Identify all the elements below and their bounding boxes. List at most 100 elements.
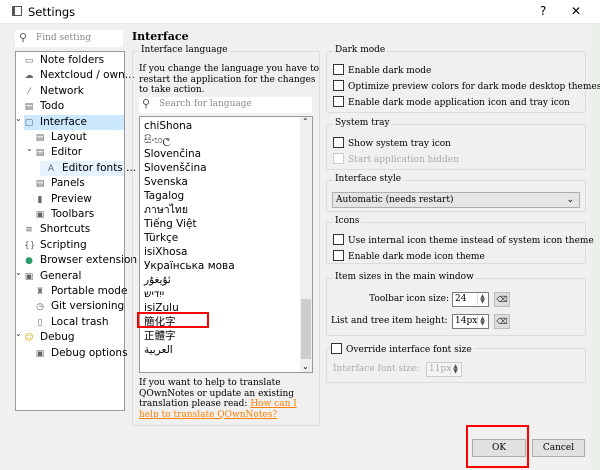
- scroll-up-icon[interactable]: ⌃: [302, 117, 309, 126]
- language-item[interactable]: العربية: [144, 343, 173, 357]
- sidebar-item-local-trash[interactable]: ▯ Local trash: [35, 315, 109, 330]
- list-scrollbar[interactable]: ⌃ ⌄: [300, 117, 312, 372]
- language-list[interactable]: ⌃ ⌄ chiShona සිංහල Slovenčina Slovenščina Sv…: [139, 116, 313, 373]
- panels-icon: ▤: [35, 179, 45, 190]
- toolbar-icon-size-spinbox[interactable]: 24 ▲ ▼: [452, 292, 489, 307]
- language-item[interactable]: Tiếng Việt: [144, 217, 197, 231]
- sidebar-item-preview[interactable]: ▮ Preview: [35, 192, 92, 207]
- interface-language-group: Interface language If you change the lan…: [132, 45, 320, 426]
- sidebar-item-label: Todo: [40, 100, 65, 113]
- sidebar-item-nextcloud-own[interactable]: ☁ Nextcloud / own...: [24, 68, 135, 83]
- sidebar-item-label: Debug: [40, 331, 75, 344]
- portable-icon: ♜: [35, 287, 45, 297]
- language-item[interactable]: ภาษาไทย: [144, 203, 188, 217]
- sidebar-item-toolbars[interactable]: ▣ Toolbars: [35, 207, 95, 222]
- sidebar-item-label: Panels: [51, 177, 85, 190]
- language-item[interactable]: ئۇيغۇر: [144, 273, 171, 287]
- language-item[interactable]: Türkçe: [144, 231, 178, 245]
- internal-icon-theme-checkbox[interactable]: Use internal icon theme instead of syste…: [333, 234, 594, 247]
- language-item[interactable]: Українська мова: [144, 259, 235, 273]
- sidebar-item-browser-extension[interactable]: ● Browser extension: [24, 253, 137, 268]
- sidebar-item-layout[interactable]: ▤ Layout: [35, 130, 87, 145]
- clear-toolbar-size-icon[interactable]: ⌫: [494, 292, 510, 307]
- optimize-preview-colors-checkbox[interactable]: Optimize preview colors for dark mode de…: [333, 80, 600, 93]
- language-item[interactable]: Svenska: [144, 175, 188, 189]
- search-icon: ⚲: [142, 97, 151, 110]
- tree-item-height-label: List and tree item height:: [331, 316, 448, 326]
- language-item[interactable]: ייִדיש: [144, 287, 164, 301]
- item-sizes-group: Item sizes in the main window Toolbar ic…: [326, 272, 586, 336]
- clear-tree-height-icon[interactable]: ⌫: [494, 314, 510, 329]
- sidebar-item-shortcuts[interactable]: ≡ Shortcuts: [24, 222, 90, 237]
- icons-group: Icons Use internal icon theme instead of…: [326, 216, 594, 264]
- override-font-size-checkbox[interactable]: Override interface font size: [331, 343, 475, 356]
- close-button[interactable]: ✕: [571, 4, 581, 18]
- folder-icon: ▭: [24, 56, 34, 66]
- sidebar-item-label: Layout: [51, 131, 87, 143]
- sidebar-item-todo[interactable]: ▤ Todo: [24, 99, 64, 114]
- language-item[interactable]: සිංහල: [144, 133, 171, 147]
- scrollbar-thumb[interactable]: [301, 299, 311, 359]
- sidebar-item-label: Git versioning: [51, 300, 125, 313]
- sidebar-item-label: Toolbars: [51, 208, 95, 220]
- sidebar-item-label: Debug options: [51, 346, 128, 359]
- language-item[interactable]: 正體字: [144, 329, 176, 343]
- language-item[interactable]: Slovenščina: [144, 161, 207, 175]
- find-setting-placeholder: Find setting: [36, 33, 92, 43]
- interface-style-select[interactable]: Automatic (needs restart) ⌄: [332, 192, 580, 208]
- settings-window-icon: [12, 6, 22, 16]
- sidebar-item-label: Interface: [40, 115, 88, 128]
- sidebar-item-portable-mode[interactable]: ♜ Portable mode: [35, 284, 127, 299]
- debug-options-icon: ▣: [35, 348, 45, 359]
- language-item[interactable]: chiShona: [144, 119, 192, 133]
- language-item[interactable]: Slovenčina: [144, 147, 201, 161]
- sidebar-item-label: Scripting: [40, 238, 87, 251]
- dark-mode-label: Dark mode: [333, 45, 388, 55]
- sidebar-item-panels[interactable]: ▤ Panels: [35, 176, 85, 191]
- sidebar-item-scripting[interactable]: {} Scripting: [24, 238, 87, 253]
- todo-icon: ▤: [24, 102, 34, 113]
- tree-item-height-spinbox[interactable]: 14px ▲ ▼: [452, 314, 489, 329]
- enable-dark-mode-checkbox[interactable]: Enable dark mode: [333, 64, 431, 77]
- expand-arrow-icon[interactable]: ⌄: [15, 268, 22, 277]
- expand-arrow-icon[interactable]: ⌄: [26, 144, 33, 153]
- expand-arrow-icon[interactable]: ⌄: [15, 114, 22, 123]
- sidebar-item-label: Editor fonts ...: [62, 161, 137, 174]
- language-item[interactable]: Tagalog: [144, 189, 184, 203]
- sidebar-item-debug[interactable]: ☺ Debug: [24, 330, 75, 345]
- cancel-button[interactable]: Cancel: [532, 439, 585, 457]
- sidebar-item-note-folders[interactable]: ▭ Note folders: [24, 53, 104, 68]
- dark-mode-group: Dark mode Enable dark mode Optimize prev…: [326, 45, 600, 113]
- find-setting-input[interactable]: ⚲ Find setting: [15, 30, 123, 47]
- settings-tree[interactable]: ▭ Note folders ☁ Nextcloud / own... ⁄ Network…: [15, 51, 137, 411]
- font-icon: A: [47, 163, 55, 174]
- sidebar-item-general[interactable]: ▣ General: [24, 269, 82, 284]
- sidebar-item-editor-fonts[interactable]: A Editor fonts ...: [46, 161, 136, 176]
- page-title: Interface: [132, 30, 189, 43]
- sidebar-item-editor[interactable]: ▤ Editor: [35, 145, 82, 160]
- sidebar-item-label: Browser extension: [40, 254, 138, 267]
- sidebar-item-interface[interactable]: ▢ Interface: [24, 115, 87, 130]
- sidebar-item-label: Network: [40, 84, 84, 97]
- ok-highlight-box: [466, 425, 529, 468]
- help-button[interactable]: ?: [540, 4, 546, 18]
- sidebar-item-label: Note folders: [40, 54, 105, 66]
- sidebar-item-debug-options[interactable]: ▣ Debug options: [35, 346, 128, 361]
- toolbars-icon: ▣: [35, 210, 45, 220]
- sidebar-item-git-versioning[interactable]: ◷ Git versioning: [35, 299, 124, 314]
- dark-mode-app-icon-checkbox[interactable]: Enable dark mode application icon and tr…: [333, 96, 570, 109]
- font-size-spinbox[interactable]: 11px ▲ ▼: [426, 362, 462, 377]
- interface-language-label: Interface language: [139, 45, 230, 55]
- expand-arrow-icon[interactable]: ⌄: [15, 329, 22, 338]
- dark-icon-theme-checkbox[interactable]: Enable dark mode icon theme: [333, 250, 485, 263]
- scroll-down-icon[interactable]: ⌄: [302, 362, 309, 371]
- show-tray-icon-checkbox[interactable]: Show system tray icon: [333, 137, 451, 150]
- language-item[interactable]: isiXhosa: [144, 245, 187, 259]
- clock-icon: ◷: [36, 302, 44, 313]
- sidebar-item-network[interactable]: ⁄ Network: [24, 84, 84, 99]
- language-search-input[interactable]: ⚲ Search for language: [139, 97, 312, 113]
- editor-icon: ▤: [35, 148, 45, 159]
- interface-style-group: Interface style Automatic (needs restart…: [326, 174, 586, 212]
- highlight-box: [137, 312, 209, 328]
- start-hidden-checkbox[interactable]: Start application hidden: [333, 153, 459, 166]
